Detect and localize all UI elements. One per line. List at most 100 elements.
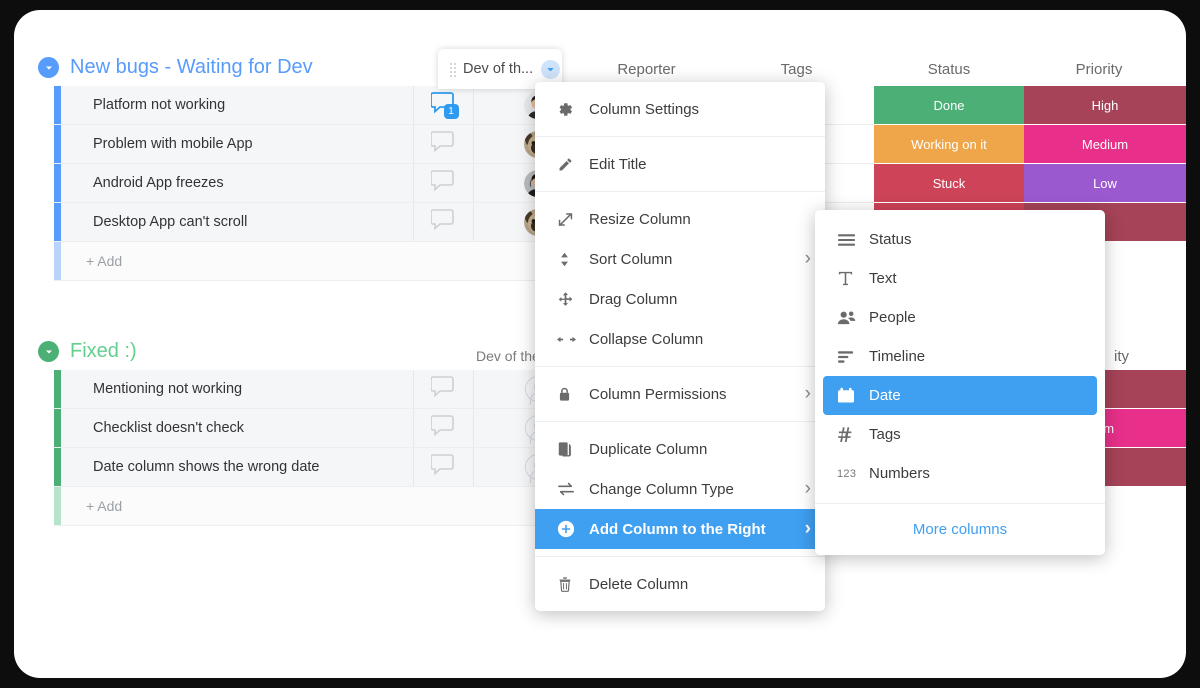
- chevron-right-icon: ›: [805, 478, 811, 500]
- row-conversation-cell[interactable]: 1: [414, 86, 474, 124]
- trash-icon: [557, 575, 581, 593]
- menu-item-duplicate-column[interactable]: Duplicate Column: [535, 429, 825, 469]
- menu-item-label: Duplicate Column: [581, 441, 707, 458]
- priority-cell[interactable]: High: [1024, 86, 1186, 125]
- menu-item-label: Add Column to the Right: [581, 521, 766, 538]
- more-columns-button[interactable]: More columns: [815, 503, 1105, 555]
- priority-label: Low: [1093, 176, 1117, 191]
- menu-item-collapse-column[interactable]: Collapse Column: [535, 319, 825, 359]
- submenu-item-text[interactable]: Text: [823, 259, 1097, 298]
- board-card: Dev of th... Reporter Tags Status Priori…: [14, 10, 1186, 678]
- row-title: Checklist doesn't check: [61, 420, 244, 436]
- sort-icon: [557, 251, 581, 268]
- submenu-item-timeline[interactable]: Timeline: [823, 337, 1097, 376]
- menu-item-label: Change Column Type: [581, 481, 734, 498]
- column-type-submenu: Status Text People: [815, 210, 1105, 555]
- submenu-item-label: Timeline: [863, 348, 925, 365]
- submenu-item-tags[interactable]: Tags: [823, 415, 1097, 454]
- resize-icon: [557, 211, 581, 228]
- priority-label: Medium: [1082, 137, 1128, 152]
- row-title: Platform not working: [61, 97, 225, 113]
- submenu-item-numbers[interactable]: 123 Numbers: [823, 454, 1097, 493]
- row-title-cell[interactable]: Date column shows the wrong date: [61, 448, 414, 486]
- menu-item-change-column-type[interactable]: Change Column Type ›: [535, 469, 825, 509]
- row-title-cell[interactable]: Desktop App can't scroll: [61, 203, 414, 241]
- row-title-cell[interactable]: Mentioning not working: [61, 370, 414, 408]
- submenu-item-people[interactable]: People: [823, 298, 1097, 337]
- chat-bubble-icon[interactable]: [431, 130, 457, 159]
- row-conversation-cell[interactable]: [414, 125, 474, 163]
- column-header-status[interactable]: Status: [874, 52, 1024, 86]
- chat-bubble-icon[interactable]: [431, 453, 457, 482]
- submenu-item-date[interactable]: Date: [823, 376, 1097, 415]
- menu-item-add-column-to-the-right[interactable]: Add Column to the Right ›: [535, 509, 825, 549]
- chevron-down-icon[interactable]: [541, 60, 560, 79]
- column-header-tags[interactable]: Tags: [724, 52, 869, 86]
- plus-circle-icon: [557, 520, 581, 538]
- column-context-menu: Column Settings Edit Title Resize Column: [535, 82, 825, 611]
- menu-item-sort-column[interactable]: Sort Column ›: [535, 239, 825, 279]
- menu-item-drag-column[interactable]: Drag Column: [535, 279, 825, 319]
- move-icon: [557, 291, 581, 308]
- priority-cell[interactable]: Medium: [1024, 125, 1186, 164]
- screen: Dev of th... Reporter Tags Status Priori…: [0, 0, 1200, 688]
- row-title-cell[interactable]: Platform not working: [61, 86, 414, 124]
- chat-bubble-active-icon[interactable]: 1: [431, 91, 457, 120]
- row-conversation-cell[interactable]: [414, 164, 474, 202]
- submenu-item-label: Numbers: [863, 465, 930, 482]
- menu-item-resize-column[interactable]: Resize Column: [535, 199, 825, 239]
- row-color-bar: [54, 164, 61, 202]
- row-conversation-cell[interactable]: [414, 409, 474, 447]
- timeline-icon: [837, 350, 863, 364]
- row-conversation-cell[interactable]: [414, 370, 474, 408]
- chevron-right-icon: ›: [805, 248, 811, 270]
- collapse-group-icon[interactable]: [38, 341, 59, 362]
- status-label: Stuck: [933, 176, 966, 191]
- pencil-icon: [557, 156, 581, 173]
- swap-icon: [557, 481, 581, 497]
- column-header-reporter[interactable]: Reporter: [574, 52, 719, 86]
- row-title-cell[interactable]: Checklist doesn't check: [61, 409, 414, 447]
- status-cell[interactable]: Working on it: [874, 125, 1024, 164]
- menu-item-label: Delete Column: [581, 576, 688, 593]
- column-header-label: Dev of th...: [463, 61, 533, 77]
- add-item-row[interactable]: + Add: [54, 487, 562, 526]
- row-title-cell[interactable]: Problem with mobile App: [61, 125, 414, 163]
- add-item-label: + Add: [54, 253, 122, 269]
- menu-item-label: Column Settings: [581, 101, 699, 118]
- add-item-row[interactable]: + Add: [54, 242, 562, 281]
- submenu-item-label: Status: [863, 231, 912, 248]
- submenu-item-status[interactable]: Status: [823, 220, 1097, 259]
- status-label: Working on it: [911, 137, 987, 152]
- menu-item-delete-column[interactable]: Delete Column: [535, 564, 825, 604]
- status-cell[interactable]: Stuck: [874, 164, 1024, 203]
- row-conversation-cell[interactable]: [414, 203, 474, 241]
- status-cell[interactable]: Done: [874, 86, 1024, 125]
- menu-item-label: Drag Column: [581, 291, 677, 308]
- row-title: Date column shows the wrong date: [61, 459, 320, 475]
- gear-icon: [557, 101, 581, 118]
- chat-bubble-icon[interactable]: [431, 169, 457, 198]
- row-color-bar: [54, 448, 61, 486]
- people-icon: [837, 310, 863, 325]
- menu-item-edit-title[interactable]: Edit Title: [535, 144, 825, 184]
- text-icon: [837, 270, 863, 287]
- add-item-label: + Add: [54, 498, 122, 514]
- chat-bubble-icon[interactable]: [431, 375, 457, 404]
- drag-handle-icon[interactable]: [450, 63, 457, 76]
- row-title-cell[interactable]: Android App freezes: [61, 164, 414, 202]
- chat-bubble-icon[interactable]: [431, 208, 457, 237]
- menu-item-column-settings[interactable]: Column Settings: [535, 89, 825, 129]
- menu-item-column-permissions[interactable]: Column Permissions ›: [535, 374, 825, 414]
- group-title-fixed[interactable]: Fixed :): [38, 340, 137, 363]
- priority-cell[interactable]: Low: [1024, 164, 1186, 203]
- more-columns-label: More columns: [913, 521, 1007, 538]
- row-color-bar: [54, 203, 61, 241]
- column-header-priority[interactable]: Priority: [1024, 52, 1174, 86]
- row-conversation-cell[interactable]: [414, 448, 474, 486]
- chat-bubble-icon[interactable]: [431, 414, 457, 443]
- submenu-item-label: People: [863, 309, 916, 326]
- duplicate-icon: [557, 440, 581, 458]
- group-title-new-bugs[interactable]: New bugs - Waiting for Dev: [38, 56, 313, 79]
- collapse-group-icon[interactable]: [38, 57, 59, 78]
